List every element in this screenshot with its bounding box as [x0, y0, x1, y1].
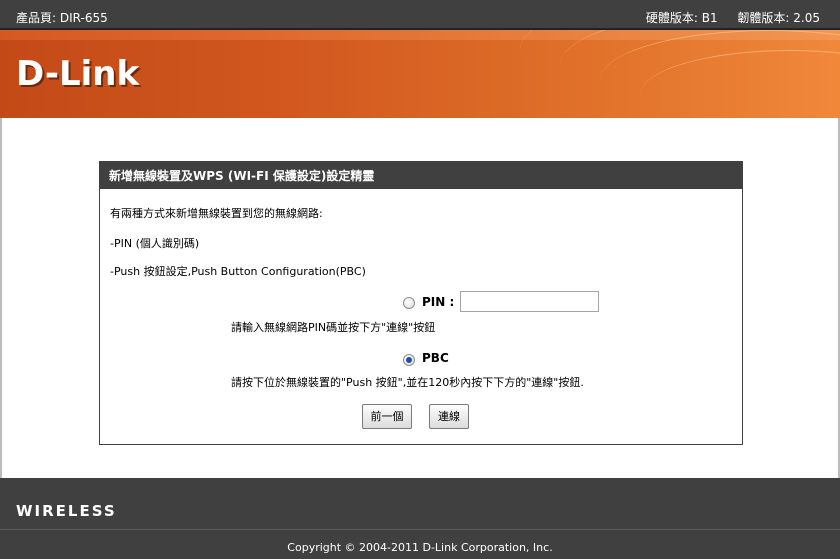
pin-label: PIN : [422, 295, 455, 309]
version-info: 硬體版本: B1 韌體版本: 2.05 [630, 9, 820, 26]
wireless-logo: WIRELESS [16, 502, 117, 520]
wps-wizard-panel: 新增無線裝置及WPS (WI-FI 保護設定)設定精靈 有兩種方式來新增無線裝置… [99, 161, 743, 445]
header-banner: D-Link [0, 30, 840, 118]
pbc-radio-button[interactable] [403, 354, 415, 366]
copyright-text: Copyright © 2004-2011 D-Link Corporation… [0, 529, 840, 559]
pin-input[interactable] [460, 291, 599, 312]
connect-button[interactable]: 連線 [429, 404, 469, 429]
pin-radio-button[interactable] [403, 297, 415, 309]
pbc-label: PBC [422, 351, 449, 365]
product-page-label: 產品頁: DIR-655 [16, 11, 108, 25]
frame-border-left [0, 118, 2, 478]
intro-text: 有兩種方式來新增無線裝置到您的無線網路: [110, 207, 323, 220]
pin-hint: 請輸入無線網路PIN碼並按下方"連線"按鈕 [231, 321, 436, 334]
dlink-logo: D-Link [16, 54, 140, 94]
pbc-hint: 請按下位於無線裝置的"Push 按鈕",並在120秒內按下下方的"連線"按鈕. [231, 376, 584, 389]
option-pbc-text: -Push 按鈕設定,Push Button Configuration(PBC… [110, 265, 366, 278]
panel-title: 新增無線裝置及WPS (WI-FI 保護設定)設定精靈 [100, 162, 742, 189]
prev-button[interactable]: 前一個 [362, 404, 412, 429]
firmware-version: 韌體版本: 2.05 [737, 11, 820, 25]
footer-bar: WIRELESS [0, 478, 840, 529]
option-pin-text: -PIN (個人識別碼) [110, 237, 200, 250]
hardware-version: 硬體版本: B1 [645, 11, 718, 25]
top-bar: 產品頁: DIR-655 硬體版本: B1 韌體版本: 2.05 [0, 0, 840, 30]
